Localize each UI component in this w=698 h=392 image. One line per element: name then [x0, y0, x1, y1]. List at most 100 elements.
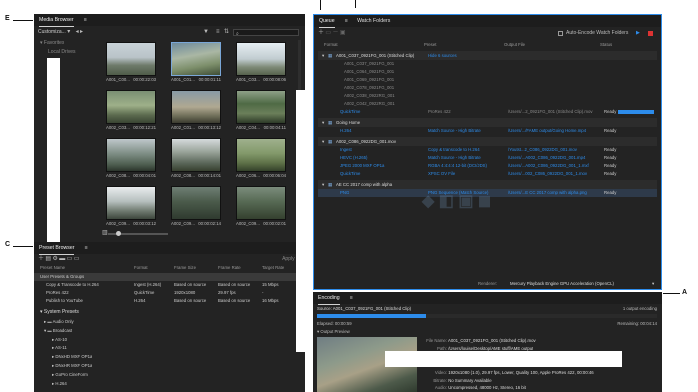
preset-row[interactable]: User Presets & Groups [34, 273, 305, 281]
renderer-select[interactable]: Mercury Playback Engine GPU Acceleration… [510, 281, 614, 286]
preset-browser-tab[interactable]: Preset Browser [39, 242, 75, 255]
clip-thumbnail[interactable]: A002_C09... 00:00:02:01 [236, 186, 286, 228]
system-preset-item[interactable]: ▸ DNxHR MXF OP1a [52, 363, 92, 369]
chevron-down-icon[interactable]: ▾ [67, 28, 70, 37]
queue-output-row[interactable]: JPEG 2000 MXF OP1a RGBA 4:4:4:4 12-bit (D… [318, 162, 657, 170]
expand-icon[interactable]: ▾ [322, 180, 324, 189]
output-preset[interactable]: XPSC OV File [428, 170, 455, 178]
export-icon[interactable]: ▭ [74, 255, 80, 264]
output-file-path[interactable]: /Users/...E CC 2017 comp with alpha.png [508, 189, 598, 197]
output-preset[interactable]: ProRes 422 [428, 108, 451, 116]
output-file-path[interactable]: /Users/...002_C086_0922DG_001_1.mov [508, 170, 598, 178]
clip-thumbnail[interactable]: A001_C03... 00:00:08:06 [236, 42, 286, 84]
view-options-icon[interactable]: ≡ [216, 28, 220, 37]
search-field[interactable]: ⌕ [233, 29, 299, 37]
output-file-path[interactable]: /Users/...A002_C086_0922DG_001_1.mxf [508, 162, 598, 170]
output-preview-heading[interactable]: ▾ Output Preview [317, 329, 350, 335]
output-format[interactable]: HEVC (H.265) [340, 154, 367, 162]
col-format[interactable]: Format [134, 265, 148, 270]
thumbnail-size-slider[interactable] [108, 231, 168, 236]
import-icon[interactable]: ▭ [67, 255, 73, 264]
panel-menu-icon[interactable]: ≡ [84, 17, 87, 23]
sort-icon[interactable]: ⇅ [224, 28, 229, 37]
system-presets-heading[interactable]: ▾ System Presets [40, 309, 79, 315]
system-preset-item[interactable]: ▸ AS-11 [52, 345, 67, 351]
output-format[interactable]: QuickTime [340, 170, 360, 178]
queue-output-row[interactable]: QuickTime ProRes 422/Users/...2_0921FG_00… [318, 108, 657, 116]
clip-thumbnail[interactable]: A002_C08... 00:00:04:01 [106, 138, 156, 180]
output-format[interactable]: JPEG 2000 MXF OP1a [340, 162, 384, 170]
queue-source-row[interactable]: ▾ ▦ A001_C037_0921FG_001 (Stitched Clip) Hi… [318, 51, 657, 60]
hide-sources-link[interactable]: Hide 6 sources [428, 51, 457, 60]
output-preset[interactable]: Match Source - High Bitrate [428, 127, 481, 135]
preset-row[interactable]: Copy & Transcode to H.264 Ingest (H.264) B… [34, 281, 305, 289]
group-icon[interactable]: ▤ [45, 255, 51, 264]
queue-output-row[interactable]: QuickTime XPSC OV File/Users/...002_C086_… [318, 170, 657, 178]
queue-output-row[interactable]: A002_C042_0922RG_001 [318, 100, 657, 108]
queue-output-row[interactable]: A001_C037_0921FG_001 [318, 60, 657, 68]
panel-menu-icon[interactable]: ≡ [84, 245, 87, 251]
chevron-down-icon[interactable]: ▾ [652, 281, 654, 287]
source-title: A001_C037_0921FG_001 (Stitched Clip) [336, 53, 415, 58]
encoding-tab[interactable]: Encoding [318, 292, 340, 305]
queue-output-row[interactable]: A001_C069_0921FG_001 [318, 76, 657, 84]
output-preset[interactable]: RGBA 4:4:4:4 12-bit (DCI/JDS) [428, 162, 487, 170]
queue-output-row[interactable]: A002_C038_0922RG_001 [318, 92, 657, 100]
tree-favorites[interactable]: ▾ Favorites [40, 40, 64, 46]
col-frame-size[interactable]: Frame Size [174, 265, 196, 270]
output-preset[interactable]: Copy & transcode to H.264 [428, 146, 480, 154]
media-browser-tab[interactable]: Media Browser [39, 14, 74, 27]
queue-output-row[interactable]: A001_C064_0921FG_001 [318, 68, 657, 76]
media-browser-panel: Media Browser ≡ Customiza... ▾ ◂ ▸ ▼ ≡ ⇅ … [34, 14, 305, 242]
queue-source-row[interactable]: ▾ ▦ A002_C086_0922DG_001.mov [318, 137, 657, 146]
expand-icon[interactable]: ▾ [322, 137, 324, 146]
clip-thumbnail[interactable]: A001_C00... 00:00:22:03 [106, 42, 156, 84]
queue-output-row[interactable]: A002_C078_0921FG_001 [318, 84, 657, 92]
output-file-path[interactable]: /Users/...2_0921FG_001 (Stitched Clip).m… [508, 108, 598, 116]
clip-thumbnail[interactable]: A002_C04... 00:00:04:11 [236, 90, 286, 132]
expand-icon[interactable]: ▾ [322, 118, 324, 127]
clip-thumbnail[interactable]: A001_C01... 00:00:01:11 [171, 42, 221, 84]
queue-source-row[interactable]: ▾ ▦ Going Home [318, 118, 657, 127]
system-preset-item[interactable]: ▾ ▬ Broadcast [44, 328, 72, 334]
system-preset-item[interactable]: ▸ DNxHD MXF OP1a [52, 354, 92, 360]
output-file-path[interactable]: /Users/.../FAME output/Going Home.mp4 [508, 127, 598, 135]
output-file-path[interactable]: /Users/...A002_C086_0922DG_001.mp4 [508, 154, 598, 162]
path-dropdown[interactable]: Customiza... [38, 29, 66, 35]
delete-icon[interactable]: ▬ [59, 255, 65, 264]
col-frame-rate[interactable]: Frame Rate [218, 265, 241, 270]
tree-local-drives[interactable]: Local Drives [48, 49, 76, 55]
col-preset-name[interactable]: Preset Name [40, 265, 65, 270]
output-format[interactable]: H.264 [340, 127, 351, 135]
output-file-path[interactable]: /Youtst...2_C086_0922DG_001.mov [508, 146, 598, 154]
output-preset[interactable]: Match Source - High Bitrate [428, 154, 481, 162]
clip-thumbnail[interactable]: A002_C09... 00:00:03:12 [106, 186, 156, 228]
system-preset-item[interactable]: ▸ H.264 [52, 381, 67, 387]
queue-source-row[interactable]: ▾ ▦ AE CC 2017 comp with alpha [318, 180, 657, 189]
expand-icon[interactable]: ▾ [322, 51, 324, 60]
settings-icon[interactable]: ⚙ [52, 255, 57, 264]
output-format[interactable]: QuickTime [340, 108, 360, 116]
clip-thumbnail[interactable]: A002_C09... 00:00:02:14 [171, 186, 221, 228]
queue-output-row[interactable]: HEVC (H.265) Match Source - High Bitrate /… [318, 154, 657, 162]
queue-output-row[interactable]: H.264 Match Source - High Bitrate/Users/.… [318, 127, 657, 135]
clip-thumbnail[interactable]: A002_C08... 00:00:14:01 [171, 138, 221, 180]
back-icon[interactable]: ◂ [76, 28, 79, 37]
filter-icon[interactable]: ▼ [203, 28, 209, 37]
add-preset-icon[interactable]: ＋ [38, 255, 44, 264]
system-preset-item[interactable]: ▸ ▬ Audio Only [44, 319, 74, 325]
preset-row[interactable]: Publish to YouTube H.264 Based on source Ba… [34, 297, 305, 305]
panel-menu-icon[interactable]: ≡ [350, 295, 353, 301]
list-view-icon[interactable]: ▥ [102, 229, 108, 237]
output-format[interactable]: Ingest [340, 146, 352, 154]
clip-thumbnail[interactable]: A002_C06... 00:00:06:04 [236, 138, 286, 180]
col-target-rate[interactable]: Target Rate [262, 265, 284, 270]
system-preset-item[interactable]: ▸ GoPro CineForm [52, 372, 88, 378]
queue-output-row[interactable]: Ingest Copy & transcode to H.264/Youtst..… [318, 146, 657, 154]
forward-icon[interactable]: ▸ [80, 28, 83, 37]
output-format[interactable]: PNG [340, 189, 349, 197]
clip-thumbnail[interactable]: A002_C01... 00:00:13:12 [171, 90, 221, 132]
preset-row[interactable]: ProRes 422 QuickTime 1920x1080 29.97 fps - [34, 289, 305, 297]
clip-thumbnail[interactable]: A002_C03... 00:00:12:21 [106, 90, 156, 132]
system-preset-item[interactable]: ▸ AS-10 [52, 337, 67, 343]
